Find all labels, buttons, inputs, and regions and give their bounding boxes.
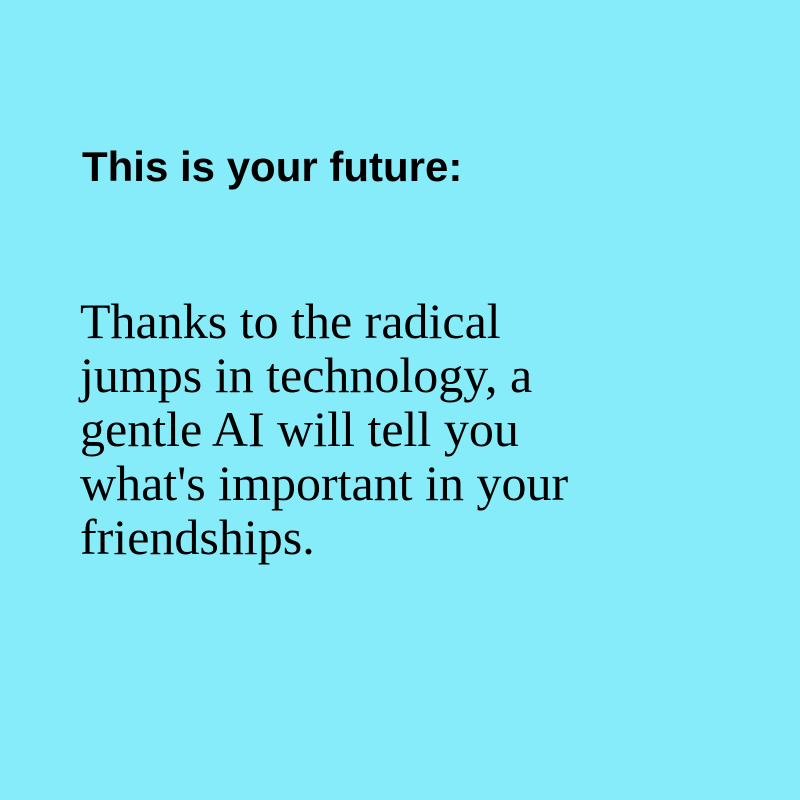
heading: This is your future: <box>82 143 463 190</box>
body-text: Thanks to the radical jumps in technolog… <box>80 294 568 564</box>
body-line: what's important in your <box>80 455 569 511</box>
body-line: jumps in technology, a <box>80 347 533 403</box>
body-line: Thanks to the radical <box>80 293 501 349</box>
body-line: gentle AI will tell you <box>80 401 519 457</box>
quote-card: This is your future: Thanks to the radic… <box>0 0 800 800</box>
body-line: friendships. <box>80 509 315 565</box>
